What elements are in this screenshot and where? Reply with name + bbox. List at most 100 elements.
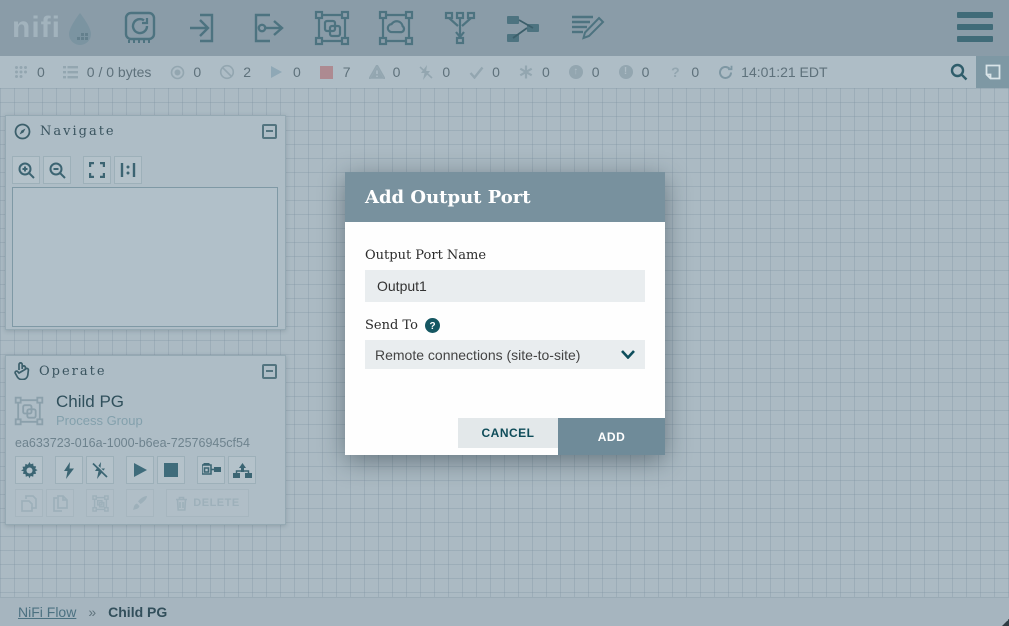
send-to-field-group: Send To ? Remote connections (site-to-si… xyxy=(365,318,645,369)
cancel-button[interactable]: CANCEL xyxy=(458,418,558,448)
delete-button-label: DELETE xyxy=(193,497,239,509)
resize-corner xyxy=(1002,619,1009,626)
sync-failure-icon: ? xyxy=(666,64,684,80)
save-template-button[interactable] xyxy=(197,456,225,484)
locally-modified-icon xyxy=(517,65,535,79)
stat-value: 0 xyxy=(592,64,600,80)
enable-button[interactable] xyxy=(55,456,83,484)
funnel-icon[interactable] xyxy=(441,9,479,47)
svg-text:?: ? xyxy=(429,321,435,332)
not-transmitting-icon xyxy=(218,64,236,80)
upload-template-button[interactable] xyxy=(228,456,256,484)
navigate-panel-header: Navigate xyxy=(6,116,285,146)
disabled-icon xyxy=(417,65,435,80)
breadcrumb-current: Child PG xyxy=(108,604,167,620)
active-threads-icon xyxy=(12,65,30,79)
selected-component-type: Process Group xyxy=(56,413,143,428)
hand-pointer-icon xyxy=(14,362,30,380)
stat-value: 0 xyxy=(492,64,500,80)
running-icon xyxy=(268,65,286,79)
refresh-time: 14:01:21 EDT xyxy=(741,64,827,80)
transmitting-icon xyxy=(168,65,186,80)
component-toolbar xyxy=(121,9,607,47)
stat-value: 0 xyxy=(642,64,650,80)
stat-stale: ↑ 0 xyxy=(567,64,600,80)
zoom-out-button[interactable] xyxy=(43,156,71,184)
help-icon: ? xyxy=(425,318,440,333)
stat-value: 0 xyxy=(691,64,699,80)
stat-invalid: 0 xyxy=(368,64,401,80)
queued-icon xyxy=(62,66,80,79)
stale-icon: ↑ xyxy=(567,65,585,79)
invalid-icon xyxy=(368,65,386,79)
output-port-icon[interactable] xyxy=(249,9,287,47)
input-port-icon[interactable] xyxy=(185,9,223,47)
operate-panel: Operate Child PG Process Group xyxy=(5,355,286,525)
stat-disabled: 0 xyxy=(417,64,450,80)
process-group-icon[interactable] xyxy=(313,9,351,47)
bulletin-board-icon[interactable] xyxy=(976,56,1009,88)
stopped-icon xyxy=(318,66,336,79)
stat-transmitting: 0 xyxy=(168,64,201,80)
add-button[interactable]: ADD xyxy=(558,418,665,455)
up-to-date-icon xyxy=(467,66,485,79)
search-icon[interactable] xyxy=(942,56,976,88)
stat-active-threads: 0 xyxy=(12,64,45,80)
configure-button[interactable] xyxy=(15,456,43,484)
operate-collapse-icon[interactable] xyxy=(262,364,277,379)
stat-sync-failure: ? 0 xyxy=(666,64,699,80)
label-icon[interactable] xyxy=(569,9,607,47)
stat-value: 2 xyxy=(243,64,251,80)
stat-value: 7 xyxy=(343,64,351,80)
chevron-down-icon xyxy=(621,350,635,359)
dialog-title: Add Output Port xyxy=(365,187,531,208)
group-button[interactable] xyxy=(86,489,114,517)
stat-not-transmitting: 2 xyxy=(218,64,251,80)
processor-icon[interactable] xyxy=(121,9,159,47)
output-port-name-label: Output Port Name xyxy=(365,248,645,263)
navigate-panel-title: Navigate xyxy=(40,124,262,139)
stop-button[interactable] xyxy=(157,456,185,484)
stat-locally-modified-and-stale: ! 0 xyxy=(617,64,650,80)
stat-stopped: 7 xyxy=(318,64,351,80)
selected-component-card: Child PG Process Group xyxy=(6,386,285,428)
send-to-label: Send To xyxy=(365,318,418,333)
copy-button[interactable] xyxy=(15,489,43,517)
stat-value: 0 xyxy=(393,64,401,80)
top-toolbar: nifi xyxy=(0,0,1009,56)
start-button[interactable] xyxy=(126,456,154,484)
statusbar-right xyxy=(942,56,1009,88)
remote-process-group-icon[interactable] xyxy=(377,9,415,47)
refresh-icon[interactable] xyxy=(716,65,734,80)
zoom-fit-button[interactable] xyxy=(83,156,111,184)
birdseye-minimap[interactable] xyxy=(12,187,278,327)
locally-modified-and-stale-icon: ! xyxy=(617,65,635,79)
navigate-collapse-icon[interactable] xyxy=(262,124,277,139)
fill-color-button[interactable] xyxy=(126,489,154,517)
status-bar: 0 0 / 0 bytes 0 2 xyxy=(0,56,1009,88)
navigate-controls xyxy=(12,156,285,184)
stat-value: 0 xyxy=(542,64,550,80)
stat-value: 0 xyxy=(37,64,45,80)
send-to-dropdown[interactable]: Remote connections (site-to-site) xyxy=(365,340,645,369)
stat-value: 0 / 0 bytes xyxy=(87,64,152,80)
nifi-app: nifi xyxy=(0,0,1009,626)
stat-queued: 0 / 0 bytes xyxy=(62,64,152,80)
global-menu-icon[interactable] xyxy=(957,12,993,42)
dialog-header: Add Output Port xyxy=(345,172,665,222)
stat-running: 0 xyxy=(268,64,301,80)
operate-panel-title: Operate xyxy=(39,364,262,379)
template-icon[interactable] xyxy=(505,9,543,47)
delete-button[interactable]: DELETE xyxy=(166,489,249,517)
paste-button[interactable] xyxy=(46,489,74,517)
output-port-name-input[interactable] xyxy=(365,270,645,302)
operate-buttons-row2: DELETE xyxy=(15,489,285,517)
breadcrumb-root-link[interactable]: NiFi Flow xyxy=(18,604,76,620)
operate-panel-header: Operate xyxy=(6,356,285,386)
disable-button[interactable] xyxy=(86,456,114,484)
nifi-logo: nifi xyxy=(12,11,95,45)
zoom-actual-size-button[interactable] xyxy=(114,156,142,184)
process-group-badge-icon xyxy=(14,394,44,428)
zoom-in-button[interactable] xyxy=(12,156,40,184)
output-port-name-field-group: Output Port Name xyxy=(365,248,645,302)
